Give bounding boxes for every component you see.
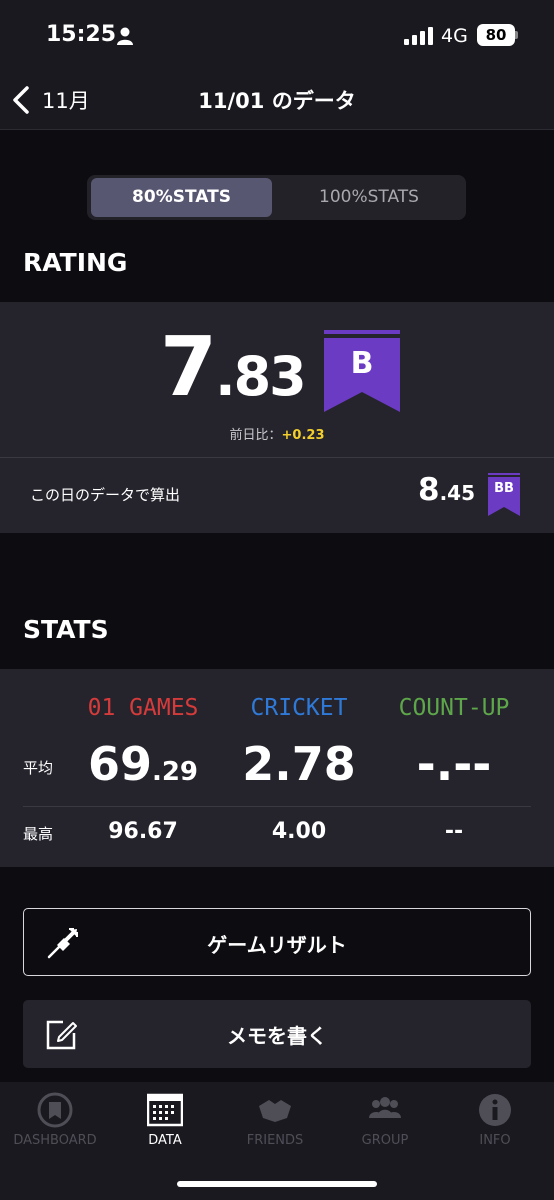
data-icon — [147, 1093, 183, 1127]
stats-panel: 01 GAMES CRICKET COUNT-UP 平均 69.29 2.78 … — [0, 669, 554, 867]
stats-section-title: STATS — [23, 615, 109, 644]
avg-cricket: 2.78 — [230, 737, 368, 791]
signal-icon — [404, 27, 433, 45]
avg-01-games: 69.29 — [73, 737, 213, 791]
day-rating-value: 8.45 — [418, 472, 475, 508]
segment-80-stats[interactable]: 80%STATS — [91, 178, 272, 217]
rating-panel: 7.83 B 前日比：+0.23 この日のデータで算出 8.45 BB — [0, 302, 554, 533]
avg-label: 平均 — [23, 759, 54, 777]
nav-bar: 11月 11/01 のデータ — [0, 70, 554, 130]
segment-100-stats[interactable]: 100%STATS — [276, 178, 462, 217]
write-memo-label: メモを書く — [227, 1024, 327, 1048]
rating-diff: 前日比：+0.23 — [0, 424, 554, 443]
day-rating-label: この日のデータで算出 — [30, 486, 181, 504]
tab-dashboard-label: DASHBOARD — [13, 1133, 97, 1148]
rating-diff-value: +0.23 — [281, 428, 325, 443]
status-time: 15:25 — [46, 22, 117, 47]
tab-friends-label: FRIENDS — [246, 1133, 304, 1148]
tab-data-label: DATA — [148, 1133, 182, 1148]
rating-class-letter: B — [350, 346, 374, 381]
write-memo-button[interactable]: メモを書く — [23, 1000, 531, 1068]
avg-count-up: -.-- — [384, 737, 524, 791]
chevron-left-icon — [13, 86, 29, 114]
tab-info[interactable]: INFO — [440, 1082, 550, 1162]
day-rating-int: 8 — [418, 472, 440, 508]
battery-level: 80 — [477, 24, 515, 46]
tab-friends[interactable]: FRIENDS — [220, 1082, 330, 1162]
day-rating-dec: .45 — [439, 481, 476, 505]
back-button[interactable]: 11月 — [10, 78, 100, 122]
stats-segment-control: 80%STATS 100%STATS — [87, 175, 466, 220]
best-label: 最高 — [23, 825, 54, 843]
rating-class-flag: B — [324, 330, 400, 412]
tab-group-label: GROUP — [361, 1133, 409, 1148]
rating-diff-label: 前日比： — [229, 428, 282, 443]
tab-dashboard[interactable]: DASHBOARD — [0, 1082, 110, 1162]
tab-group[interactable]: GROUP — [330, 1082, 440, 1162]
network-type: 4G — [441, 25, 468, 47]
divider — [23, 806, 531, 807]
best-cricket: 4.00 — [271, 819, 327, 844]
battery-tip — [515, 31, 518, 39]
group-icon — [369, 1097, 401, 1118]
best-count-up: -- — [444, 819, 464, 844]
back-label: 11月 — [42, 89, 90, 113]
avg-count-up-int: -.-- — [416, 737, 492, 791]
tab-data[interactable]: DATA — [110, 1082, 220, 1162]
game-result-label: ゲームリザルト — [207, 933, 347, 957]
col-head-01-games: 01 GAMES — [87, 695, 199, 721]
divider — [0, 457, 554, 458]
info-icon — [479, 1094, 511, 1126]
best-01-games: 96.67 — [108, 819, 178, 844]
avg-cricket-int: 2.78 — [242, 737, 356, 791]
col-head-cricket: CRICKET — [250, 695, 348, 721]
game-result-button[interactable]: ゲームリザルト — [23, 908, 531, 976]
day-class-letter: BB — [494, 481, 514, 496]
tab-info-label: INFO — [479, 1133, 511, 1148]
col-head-count-up: COUNT-UP — [398, 695, 510, 721]
rating-value-dec: .83 — [215, 345, 307, 408]
rating-value-int: 7 — [160, 320, 217, 415]
day-class-flag: BB — [488, 473, 520, 516]
status-bar: 15:25 4G 80 — [0, 0, 554, 70]
rating-section-title: RATING — [23, 248, 128, 277]
rating-value: 7.83 — [160, 320, 307, 420]
person-icon — [117, 27, 133, 45]
dashboard-icon — [37, 1092, 73, 1128]
home-indicator — [177, 1181, 377, 1187]
friends-icon — [259, 1100, 291, 1122]
avg-01-games-dec: .29 — [151, 757, 199, 787]
avg-01-games-int: 69 — [87, 737, 152, 791]
